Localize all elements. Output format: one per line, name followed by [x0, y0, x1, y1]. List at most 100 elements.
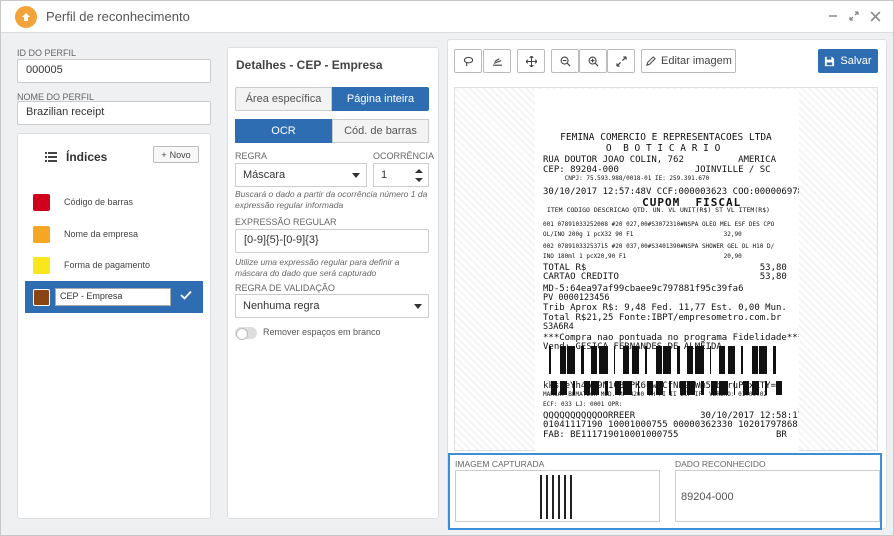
receipt-line: 01041117190 10001000755 00000362330 1020…	[543, 420, 798, 430]
barcode-bar	[584, 381, 585, 395]
lasso-icon	[463, 56, 473, 66]
close-icon[interactable]	[867, 8, 883, 24]
thumb-pixel	[546, 503, 548, 505]
receipt-line: ECF: 033 LJ: 0001 OPR:	[543, 401, 623, 408]
minimize-icon[interactable]	[825, 8, 841, 24]
thumb-pixel	[552, 505, 554, 507]
receipt-line: CEP: 89204-000 JOINVILLE / SC	[543, 165, 771, 175]
receipt-line: INO 180ml 1 pcX20,90 F1 20,90	[543, 253, 742, 260]
occurrence-label: OCORRÊNCIA	[373, 151, 435, 161]
thumb-pixel	[540, 515, 542, 517]
index-item-label: Código de barras	[64, 197, 134, 207]
barcode-bar	[638, 381, 639, 395]
rule-help-text: Buscará o dado a partir da ocorrência nú…	[235, 189, 428, 210]
thumb-pixel	[552, 509, 554, 511]
barcode-bar	[572, 346, 573, 374]
new-index-button[interactable]: + Novo	[153, 146, 199, 163]
tab-pagina-inteira[interactable]: Página inteira	[332, 87, 429, 111]
thumb-pixel	[552, 503, 554, 505]
save-button[interactable]: Salvar	[818, 49, 878, 73]
barcode-bar	[729, 346, 731, 374]
barcode-bar	[573, 381, 575, 395]
index-item[interactable]: Código de barras	[25, 189, 203, 215]
receipt-line: FEMINA COMERCIO E REPRESENTACOES LTDA	[543, 132, 772, 143]
thumb-pixel	[552, 483, 554, 485]
index-name-field[interactable]: CEP - Empresa	[55, 288, 171, 306]
barcode-bar	[617, 381, 620, 395]
index-item[interactable]: Nome da empresa	[25, 221, 203, 247]
thumb-pixel	[552, 485, 554, 487]
barcode-bar	[603, 346, 605, 374]
barcode-bar	[638, 346, 639, 374]
barcode-bar	[563, 346, 566, 374]
thumb-pixel	[540, 487, 542, 489]
barcode-bar	[689, 381, 692, 395]
barcode-bar	[602, 346, 603, 374]
barcode-bar	[693, 381, 695, 395]
thumb-pixel	[546, 499, 548, 501]
thumb-pixel	[546, 505, 548, 507]
new-index-label: Novo	[169, 149, 191, 160]
thumb-pixel	[540, 503, 542, 505]
thumb-pixel	[564, 495, 566, 497]
barcode-bar	[620, 381, 621, 395]
thumb-pixel	[540, 483, 542, 485]
stepper-arrows-icon[interactable]	[415, 168, 423, 183]
maximize-icon[interactable]	[846, 8, 862, 24]
thumb-pixel	[540, 491, 542, 493]
thumb-pixel	[570, 475, 572, 477]
move-button[interactable]	[517, 49, 545, 73]
barcode-bar	[567, 346, 569, 374]
thumb-pixel	[546, 479, 548, 481]
lasso-button[interactable]	[454, 49, 482, 73]
thumb-pixel	[546, 485, 548, 487]
tab-area-specifica[interactable]: Área específica	[235, 87, 332, 111]
thumb-pixel	[558, 477, 560, 479]
barcode-bar	[663, 346, 665, 374]
tab-barcode[interactable]: Cód. de barras	[332, 119, 429, 143]
index-item-selected[interactable]: CEP - Empresa	[25, 281, 203, 313]
validation-select[interactable]: Nenhuma regra	[235, 294, 429, 318]
regex-input[interactable]: [0-9]{5}-[0-9]{3}	[235, 229, 429, 253]
barcode-bar	[747, 381, 749, 395]
thumb-pixel	[570, 507, 572, 509]
barcode-bar	[699, 346, 701, 374]
occurrence-stepper[interactable]: 1	[373, 163, 429, 187]
barcode-bar	[683, 381, 686, 395]
thumb-pixel	[564, 489, 566, 491]
barcode-bar	[758, 381, 759, 395]
thumb-pixel	[552, 499, 554, 501]
barcode-bar	[569, 346, 572, 374]
tab-ocr[interactable]: OCR	[235, 119, 332, 143]
barcode-bar	[680, 381, 681, 395]
barcode-bar	[695, 346, 698, 374]
receipt-line: OL/INO 200g 1 pcX32 90 F1 32,90	[543, 231, 742, 238]
thumb-pixel	[570, 501, 572, 503]
thumb-pixel	[558, 483, 560, 485]
zoom-in-button[interactable]	[579, 49, 607, 73]
deskew-button[interactable]	[483, 49, 511, 73]
thumb-pixel	[540, 493, 542, 495]
profile-name-field[interactable]: Brazilian receipt	[17, 101, 211, 125]
thumb-pixel	[564, 511, 566, 513]
index-item[interactable]: Forma de pagamento	[25, 252, 203, 278]
pencil-icon	[646, 55, 656, 66]
thumb-pixel	[546, 511, 548, 513]
profile-id-field[interactable]: 000005	[17, 59, 211, 83]
index-item-label: Nome da empresa	[64, 229, 139, 239]
rule-label: REGRA	[235, 151, 268, 161]
fit-button[interactable]	[607, 49, 635, 73]
indices-title: Índices	[66, 150, 108, 164]
barcode-bar	[681, 381, 683, 395]
edit-image-button[interactable]: Editar imagem	[641, 49, 736, 73]
thumb-pixel	[570, 497, 572, 499]
thumb-pixel	[546, 483, 548, 485]
thumb-pixel	[570, 511, 572, 513]
thumb-pixel	[546, 493, 548, 495]
thumb-pixel	[540, 489, 542, 491]
barcode-bar	[623, 381, 626, 395]
check-icon[interactable]	[180, 289, 192, 301]
barcode-bar	[776, 381, 777, 395]
rule-select[interactable]: Máscara	[235, 163, 367, 187]
zoom-out-button[interactable]	[551, 49, 579, 73]
